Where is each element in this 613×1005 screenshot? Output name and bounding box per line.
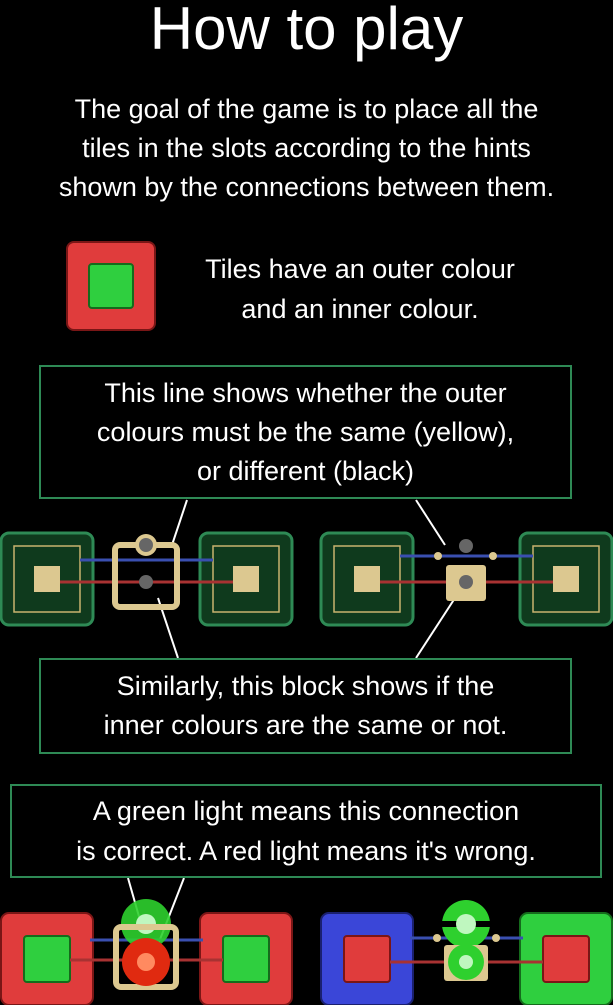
status-light-icon — [122, 938, 170, 986]
connector-block-icon — [446, 565, 486, 601]
outer-colour-callout: This line shows whether the outer colour… — [39, 365, 572, 499]
pointer-line — [415, 499, 446, 546]
callout-line: or different (black) — [196, 455, 415, 486]
callout-line: This line shows whether the outer — [104, 377, 507, 408]
callout-line: Similarly, this block shows if the — [116, 671, 495, 701]
slot-icon — [518, 531, 613, 627]
slot-icon — [319, 531, 415, 627]
status-light-callout: A green light means this connection is c… — [10, 784, 602, 878]
inner-colour-callout: Similarly, this block shows if the inner… — [39, 658, 572, 754]
tile-icon — [519, 912, 613, 1005]
connector-block-icon — [112, 534, 180, 610]
pointer-line — [171, 499, 188, 546]
slot-icon — [0, 531, 95, 627]
status-light-icon — [448, 944, 484, 980]
outer-indicator-icon — [459, 539, 473, 553]
status-light-icon — [442, 900, 490, 948]
callout-line: A green light means this connection — [92, 796, 520, 826]
slot-icon — [198, 531, 294, 627]
callout-line: is correct. A red light means it's wrong… — [76, 836, 536, 866]
pointer-line — [415, 597, 456, 659]
callout-line: inner colours are the same or not. — [103, 710, 508, 740]
callout-line: colours must be the same (yellow), — [96, 416, 515, 447]
tile-icon — [320, 912, 414, 1005]
